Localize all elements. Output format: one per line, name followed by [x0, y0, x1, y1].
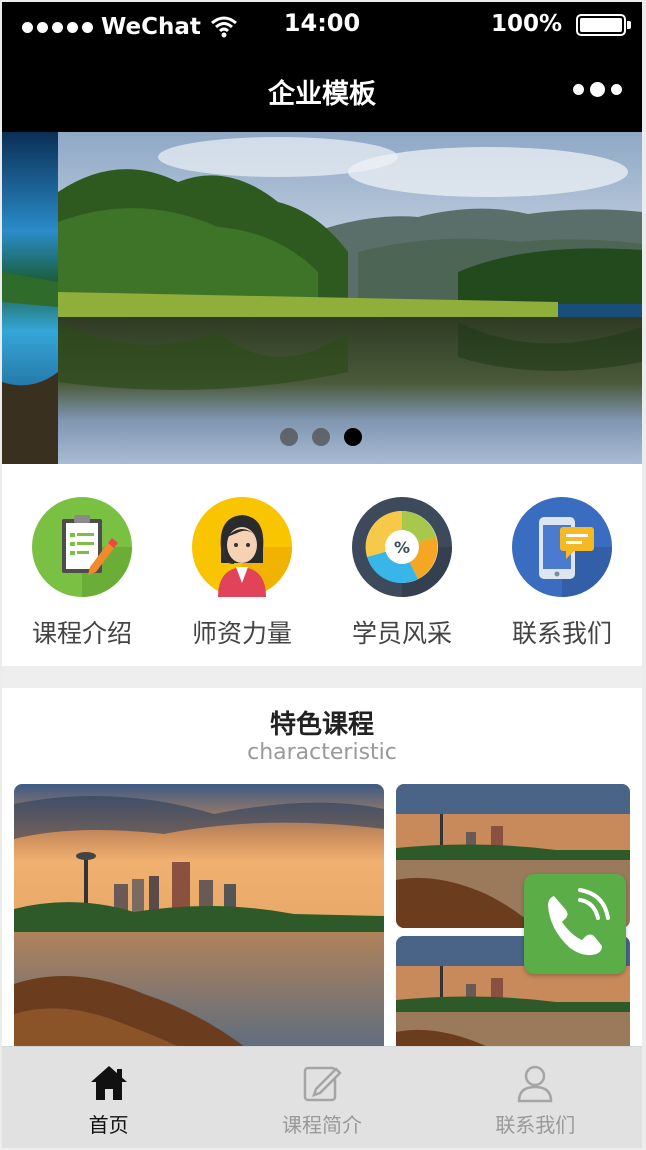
tab-label: 课程简介 — [281, 1113, 362, 1137]
menu-item-contact[interactable]: 联系我们 — [482, 464, 642, 666]
carousel-dot[interactable] — [280, 428, 298, 446]
battery-icon — [576, 14, 631, 36]
home-icon — [90, 1066, 127, 1100]
course-image-large[interactable] — [14, 784, 384, 1046]
phone-call-icon — [548, 888, 610, 956]
menu-item-label: 师资力量 — [191, 619, 292, 648]
banner-slide-lake — [58, 132, 642, 464]
svg-text:%: % — [394, 538, 410, 557]
menu-item-label: 学员风采 — [351, 619, 452, 648]
carousel-dot[interactable] — [312, 428, 330, 446]
phone-message-icon — [512, 497, 612, 597]
tab-course-intro[interactable]: 课程简介 — [215, 1047, 428, 1148]
teacher-icon — [192, 497, 292, 597]
user-icon — [518, 1065, 553, 1103]
menu-grid: 课程介绍 师资力量 % 学员风采 联系我们 — [2, 464, 642, 666]
edit-icon — [303, 1066, 342, 1102]
clipboard-icon — [32, 497, 132, 597]
carousel-indicators — [280, 428, 362, 446]
section-divider — [2, 666, 642, 688]
navigation-bar: 企业模板 — [2, 46, 642, 132]
app-screen: WeChat 14:00 100% 企业模板 课程介绍 师资力量 % 学员风采 … — [2, 2, 642, 1148]
tab-home[interactable]: 首页 — [2, 1047, 215, 1148]
menu-item-label: 联系我们 — [511, 619, 612, 648]
banner-slide-prev — [2, 132, 58, 464]
banner-carousel[interactable] — [2, 132, 642, 464]
carousel-dot-active[interactable] — [344, 428, 362, 446]
menu-item-students[interactable]: % 学员风采 — [322, 464, 482, 666]
page-title: 企业模板 — [268, 79, 376, 110]
call-button[interactable] — [524, 874, 626, 974]
tab-label: 首页 — [88, 1113, 129, 1137]
percent-chart-icon: % — [352, 497, 452, 597]
tab-contact[interactable]: 联系我们 — [429, 1047, 642, 1148]
battery-percent: 100% — [490, 11, 562, 37]
section-title: 特色课程 — [269, 710, 374, 740]
menu-item-teachers[interactable]: 师资力量 — [162, 464, 322, 666]
menu-item-label: 课程介绍 — [31, 619, 132, 648]
status-bar: WeChat 14:00 100% — [2, 2, 642, 46]
section-subtitle: characteristic — [247, 740, 397, 765]
featured-courses-section: 特色课程 characteristic — [2, 688, 642, 1046]
menu-item-course-intro[interactable]: 课程介绍 — [2, 464, 162, 666]
bottom-tab-bar: 首页 课程简介 联系我们 — [2, 1046, 642, 1148]
more-menu-icon[interactable] — [573, 82, 622, 97]
tab-label: 联系我们 — [495, 1113, 576, 1137]
